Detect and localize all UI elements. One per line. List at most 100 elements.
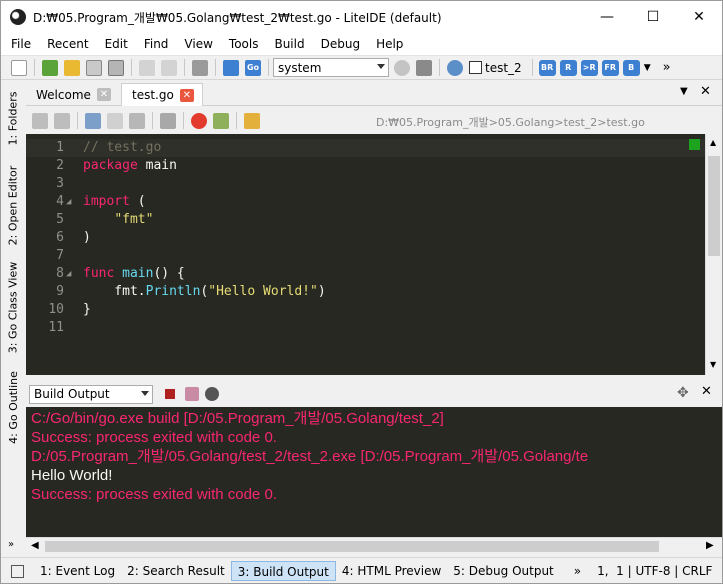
build-target-checkbox[interactable] <box>469 61 482 74</box>
tab-list-chevron-icon[interactable]: ▼ <box>680 86 688 97</box>
code-line[interactable]: 11 <box>26 319 705 337</box>
gear-icon[interactable] <box>447 59 463 76</box>
run-button[interactable]: R <box>559 59 577 76</box>
output-horizontal-scrollbar[interactable]: ◀ ▶ <box>26 537 722 555</box>
paste-icon[interactable] <box>129 112 145 129</box>
code-line[interactable]: 4 ◢ import ( <box>26 193 705 211</box>
scroll-thumb[interactable] <box>708 156 720 256</box>
tools-icon[interactable] <box>192 59 208 76</box>
gear-icon[interactable] <box>205 387 219 401</box>
tab-test-go[interactable]: test.go ✕ <box>121 83 203 106</box>
tab-build-output[interactable]: 3: Build Output <box>230 561 336 581</box>
code-line[interactable]: 7 <box>26 247 705 265</box>
scroll-right-icon[interactable]: ▶ <box>706 540 714 551</box>
code-line[interactable]: 9 fmt.Println("Hello World!") <box>26 283 705 301</box>
file-run-button[interactable]: FR <box>601 59 619 76</box>
lock-icon[interactable] <box>160 112 176 129</box>
build-menu-chevron-icon[interactable]: ▼ <box>644 63 651 73</box>
refresh-env-icon[interactable] <box>394 59 410 76</box>
code-line[interactable]: 5 "fmt" <box>26 211 705 229</box>
close-button[interactable]: ✕ <box>676 1 722 33</box>
title-bar: D:₩05.Program_개발₩05.Golang₩test_2₩test.g… <box>1 1 722 33</box>
back-icon[interactable] <box>139 59 155 76</box>
redo-icon[interactable] <box>54 112 70 129</box>
code-token: } <box>83 302 91 317</box>
undo-icon[interactable] <box>32 112 48 129</box>
cut-icon[interactable] <box>85 112 101 129</box>
toolbar-separator <box>184 59 185 76</box>
tab-event-log[interactable]: 1: Event Log <box>34 561 121 581</box>
menu-recent[interactable]: Recent <box>39 33 96 55</box>
close-panel-icon[interactable]: ✕ <box>701 384 712 399</box>
scroll-left-icon[interactable]: ◀ <box>31 540 39 551</box>
tab-search-result[interactable]: 2: Search Result <box>121 561 231 581</box>
code-editor[interactable]: 1// test.go 2 package main 3 4 ◢ import (5 "fm… <box>26 134 705 375</box>
menu-find[interactable]: Find <box>136 33 177 55</box>
code-line[interactable]: 10} <box>26 301 705 319</box>
side-tabs-more-icon[interactable]: » <box>8 539 14 550</box>
build-run-button[interactable]: BR <box>538 59 556 76</box>
menu-build[interactable]: Build <box>266 33 312 55</box>
tab-folders[interactable]: 1: Folders <box>1 85 25 151</box>
close-editor-icon[interactable]: ✕ <box>700 84 711 99</box>
goto-icon[interactable] <box>244 112 260 129</box>
fold-marker-icon[interactable]: ◢ <box>66 193 71 211</box>
scroll-down-icon[interactable]: ▼ <box>710 360 716 369</box>
stop-icon[interactable] <box>165 389 175 399</box>
code-line[interactable]: 1 // test.go <box>26 139 705 157</box>
tab-welcome[interactable]: Welcome ✕ <box>26 83 120 106</box>
maximize-button[interactable]: ☐ <box>630 1 676 33</box>
edit-env-icon[interactable] <box>416 59 432 76</box>
clear-icon[interactable] <box>185 387 199 401</box>
go-icon[interactable]: Go <box>245 59 261 76</box>
menu-help[interactable]: Help <box>368 33 411 55</box>
run-terminal-button[interactable]: >R <box>580 59 598 76</box>
menu-tools[interactable]: Tools <box>221 33 267 55</box>
environment-select[interactable]: system <box>273 58 389 77</box>
scroll-up-icon[interactable]: ▲ <box>710 138 716 147</box>
close-icon[interactable]: ✕ <box>179 88 194 102</box>
menu-debug[interactable]: Debug <box>313 33 368 55</box>
environment-select-value: system <box>278 60 322 75</box>
code-token: import <box>83 194 130 209</box>
scroll-thumb[interactable] <box>45 541 659 552</box>
build-output-console[interactable]: C:/Go/bin/go.exe build [D:/05.Program_개발… <box>26 407 722 537</box>
bottom-tabs-overflow-icon[interactable]: » <box>574 564 581 578</box>
new-file-icon[interactable] <box>11 59 27 76</box>
code-line[interactable]: 8 ◢ func main() { <box>26 265 705 283</box>
new-project-icon[interactable] <box>42 59 58 76</box>
tab-go-outline[interactable]: 4: Go Outline <box>1 369 25 445</box>
menu-file[interactable]: File <box>1 33 39 55</box>
tab-go-class-view[interactable]: 3: Go Class View <box>1 255 25 359</box>
forward-icon[interactable] <box>161 59 177 76</box>
editor-vertical-scrollbar[interactable]: ▲ ▼ <box>705 134 722 375</box>
menu-view[interactable]: View <box>176 33 220 55</box>
fmt-icon[interactable] <box>213 112 229 129</box>
fold-marker-icon[interactable]: ◢ <box>66 265 71 283</box>
move-panel-icon[interactable]: ✥ <box>677 385 689 401</box>
code-line[interactable]: 6) <box>26 229 705 247</box>
output-line: C:/Go/bin/go.exe build [D:/05.Program_개발… <box>31 410 444 427</box>
tab-debug-output[interactable]: 5: Debug Output <box>447 561 559 581</box>
toggle-panel-icon[interactable] <box>11 564 24 578</box>
save-icon[interactable] <box>86 59 102 76</box>
toolbar-overflow-icon[interactable]: » <box>663 60 671 75</box>
tab-open-editor[interactable]: 2: Open Editor <box>1 161 25 249</box>
code-line[interactable]: 3 <box>26 175 705 193</box>
output-select[interactable]: Build Output <box>29 384 153 404</box>
code-line[interactable]: 2 package main <box>26 157 705 175</box>
tab-open-editor-label: 2: Open Editor <box>6 165 20 245</box>
home-icon[interactable] <box>223 59 239 76</box>
close-icon[interactable]: ✕ <box>96 88 111 101</box>
toolbar-separator <box>268 59 269 76</box>
copy-icon[interactable] <box>107 112 123 129</box>
open-folder-icon[interactable] <box>64 59 80 76</box>
record-icon[interactable] <box>191 112 207 129</box>
minimize-button[interactable]: — <box>584 1 630 33</box>
build-button[interactable]: B <box>622 59 640 76</box>
code-token: // test.go <box>83 140 162 155</box>
menu-edit[interactable]: Edit <box>97 33 136 55</box>
tab-html-preview[interactable]: 4: HTML Preview <box>336 561 447 581</box>
save-all-icon[interactable] <box>108 59 124 76</box>
code-token: ) <box>83 230 91 245</box>
